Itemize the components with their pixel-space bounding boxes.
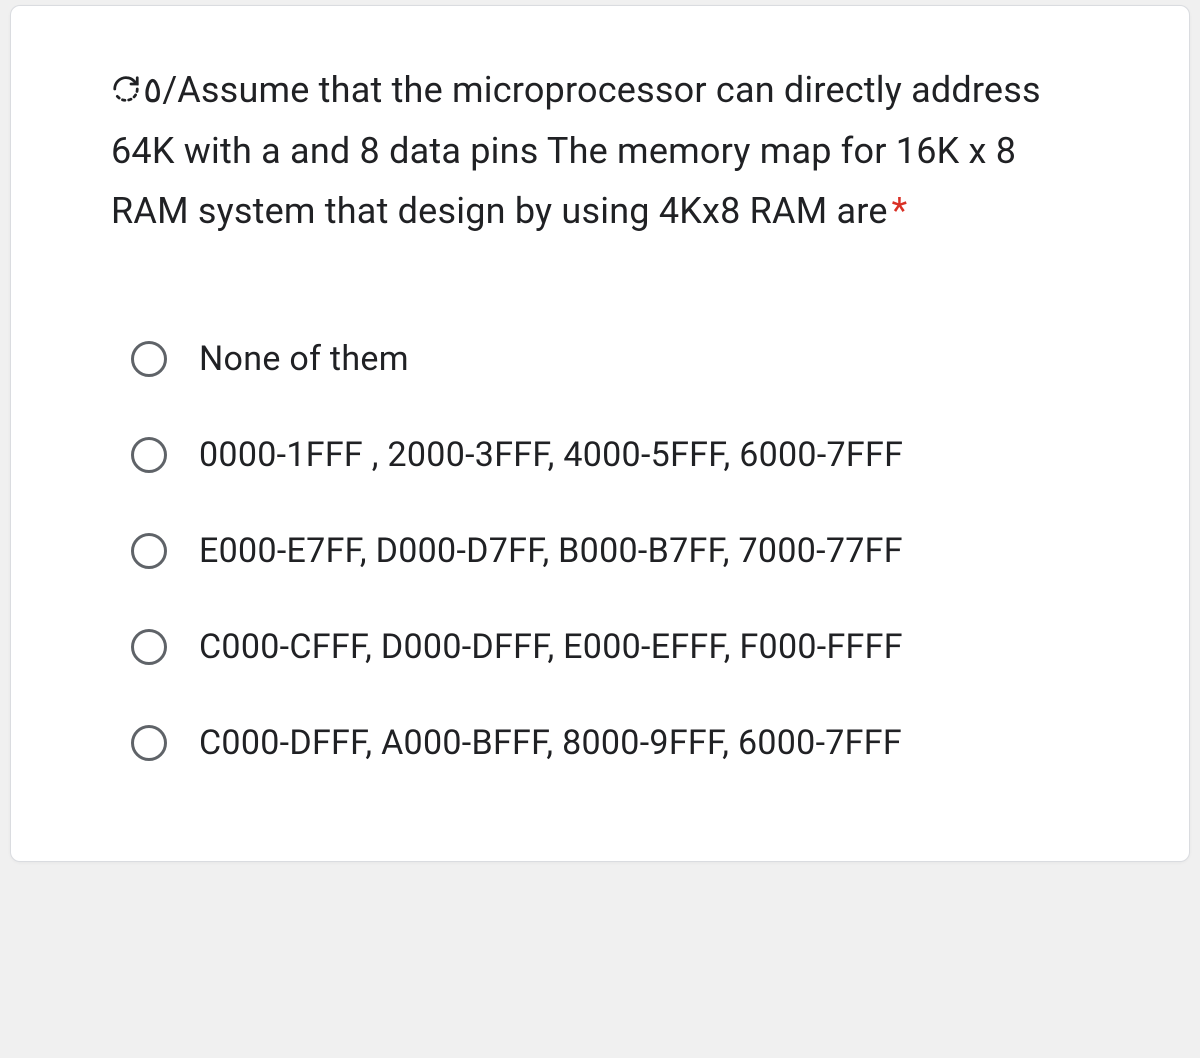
radio-icon[interactable] [131, 533, 167, 569]
option-none[interactable]: None of them [111, 311, 1089, 407]
question-text: ٥/Assume that the microprocessor can dir… [111, 61, 1089, 241]
option-label: 0000-1FFF , 2000-3FFF, 4000-5FFF, 6000-7… [199, 435, 903, 475]
option-label: C000-DFFF, A000-BFFF, 8000-9FFF, 6000-7F… [199, 723, 902, 763]
option-label: C000-CFFF, D000-DFFF, E000-EFFF, F000-FF… [199, 627, 903, 667]
radio-icon[interactable] [131, 725, 167, 761]
option-label: E000-E7FF, D000-D7FF, B000-B7FF, 7000-77… [199, 531, 903, 571]
radio-icon[interactable] [131, 437, 167, 473]
required-mark: * [892, 190, 908, 232]
option-label: None of them [199, 339, 409, 379]
radio-icon[interactable] [131, 341, 167, 377]
option-e000[interactable]: E000-E7FF, D000-D7FF, B000-B7FF, 7000-77… [111, 503, 1089, 599]
option-c000-dfff[interactable]: C000-DFFF, A000-BFFF, 8000-9FFF, 6000-7F… [111, 695, 1089, 791]
option-c000-cfff[interactable]: C000-CFFF, D000-DFFF, E000-EFFF, F000-FF… [111, 599, 1089, 695]
option-0000[interactable]: 0000-1FFF , 2000-3FFF, 4000-5FFF, 6000-7… [111, 407, 1089, 503]
refresh-icon [111, 63, 141, 122]
question-header: ٥/Assume that the microprocessor can dir… [111, 61, 1089, 241]
question-card: ٥/Assume that the microprocessor can dir… [10, 5, 1190, 862]
options-group: None of them 0000-1FFF , 2000-3FFF, 4000… [111, 311, 1089, 791]
question-prefix: ٥/ [143, 69, 177, 111]
radio-icon[interactable] [131, 629, 167, 665]
